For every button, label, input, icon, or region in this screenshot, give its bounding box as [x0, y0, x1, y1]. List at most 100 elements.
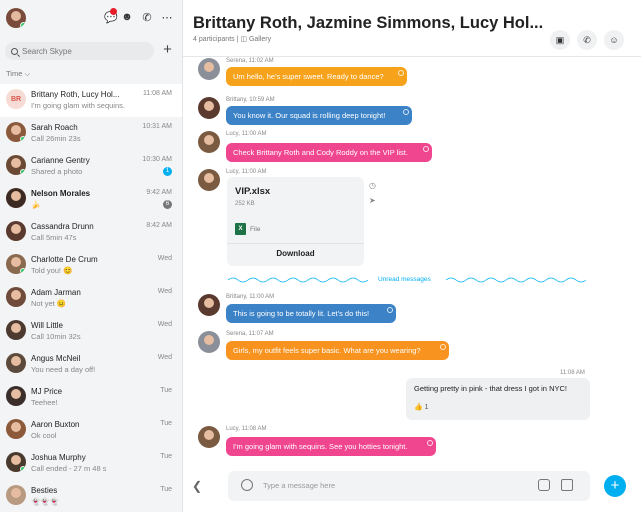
message-preview: 🍌	[31, 200, 41, 209]
conversation-item[interactable]: Angus McNeil You need a day off! Wed	[0, 348, 182, 381]
sender-avatar[interactable]	[198, 131, 220, 153]
contact-name: Nelson Morales	[31, 189, 91, 198]
presence-icon	[20, 22, 26, 28]
message-composer[interactable]: Type a message here	[228, 471, 590, 501]
gallery-link[interactable]: Gallery	[249, 36, 271, 43]
sender-avatar[interactable]	[198, 294, 220, 316]
add-people-button[interactable]: ☺	[604, 30, 624, 50]
video-call-button[interactable]: ▣	[550, 30, 570, 50]
attach-file-icon[interactable]	[561, 479, 573, 491]
read-receipt-icon	[440, 344, 446, 350]
incoming-message[interactable]: You know it. Our squad is rolling deep t…	[226, 106, 412, 125]
sticker-icon[interactable]	[538, 479, 550, 491]
file-card[interactable]: VIP.xlsx 252 KB X File Download	[227, 177, 364, 266]
outgoing-message[interactable]: Getting pretty in pink - that dress I go…	[406, 378, 590, 420]
sender-avatar[interactable]	[198, 97, 220, 119]
contact-name: Joshua Murphy	[31, 453, 86, 462]
timestamp: Wed	[157, 255, 172, 262]
conversation-item[interactable]: Besties 👻👻👻 Tue	[0, 480, 182, 512]
presence-icon	[20, 169, 26, 175]
new-chat-button[interactable]: +	[160, 42, 175, 58]
unread-count-badge: 1	[163, 167, 172, 176]
contact-name: Brittany Roth, Lucy Hol...	[31, 90, 120, 99]
conversation-item[interactable]: Cassandra Drunn Call 5min 47s 8:42 AM	[0, 216, 182, 249]
conversation-item[interactable]: Adam Jarman Not yet 😐 Wed	[0, 282, 182, 315]
skype-window: 💬 ☻ ✆ ⋯ Search Skype + Time ⌵ BR Brittany…	[0, 0, 641, 512]
message-preview: Told you! 😊	[31, 266, 73, 275]
presence-icon	[20, 466, 26, 472]
message-meta: Lucy, 11:00 AM	[226, 131, 267, 137]
conversation-list: BR Brittany Roth, Lucy Hol... I'm going gl…	[0, 84, 182, 512]
read-receipt-icon	[403, 109, 409, 115]
forward-icon[interactable]: ➤	[369, 196, 376, 205]
file-type-label: File	[250, 225, 261, 233]
conversation-item[interactable]: Will Little Call 10min 32s Wed	[0, 315, 182, 348]
avatar	[6, 122, 26, 142]
sender-avatar[interactable]	[198, 331, 220, 353]
emoji-icon[interactable]	[241, 479, 253, 491]
message-meta: Lucy, 11:00 AM	[226, 169, 267, 175]
message-preview: Call 10min 32s	[31, 332, 81, 341]
read-receipt-icon	[427, 440, 433, 446]
conversation-item[interactable]: Sarah Roach Call 26min 23s 10:31 AM	[0, 117, 182, 150]
search-input[interactable]: Search Skype	[5, 42, 154, 60]
message-input[interactable]: Type a message here	[263, 481, 335, 490]
audio-call-button[interactable]: ✆	[577, 30, 597, 50]
message-text: You know it. Our squad is rolling deep t…	[233, 111, 386, 120]
divider	[227, 243, 364, 244]
avatar	[6, 320, 26, 340]
avatar	[6, 188, 26, 208]
reaction[interactable]: 👍 1	[414, 403, 429, 411]
timestamp: Tue	[160, 387, 172, 394]
timestamp: Tue	[160, 420, 172, 427]
conversation-item[interactable]: Carianne Gentry Shared a photo 10:30 AM 1	[0, 150, 182, 183]
read-receipt-icon	[387, 307, 393, 313]
download-button[interactable]: Download	[227, 249, 364, 258]
conversation-item[interactable]: Joshua Murphy Call ended - 27 m 48 s Tue	[0, 447, 182, 480]
my-avatar[interactable]	[6, 8, 26, 28]
incoming-message[interactable]: I'm going glam with sequins. See you hot…	[226, 437, 436, 456]
avatar	[6, 485, 26, 505]
incoming-message[interactable]: Check Brittany Roth and Cody Roddy on th…	[226, 143, 432, 162]
contact-name: MJ Price	[31, 387, 63, 396]
incoming-message[interactable]: This is going to be totally lit. Let's d…	[226, 304, 396, 323]
excel-icon: X	[235, 223, 246, 235]
sender-avatar[interactable]	[198, 169, 220, 191]
calls-icon[interactable]: ✆	[140, 10, 154, 24]
presence-icon	[20, 268, 26, 274]
timestamp: Tue	[160, 486, 172, 493]
sender-avatar[interactable]	[198, 426, 220, 448]
message-meta: Serena, 11:02 AM	[226, 58, 274, 64]
contacts-icon[interactable]: ☻	[120, 10, 134, 24]
conversation-item[interactable]: Charlotte De Crum Told you! 😊 Wed	[0, 249, 182, 282]
avatar	[6, 452, 26, 472]
send-button[interactable]: +	[604, 475, 626, 497]
timestamp: Wed	[157, 354, 172, 361]
conversation-item[interactable]: Nelson Morales 🍌 9:42 AM 6	[0, 183, 182, 216]
message-meta: Serena, 11:07 AM	[226, 331, 274, 337]
incoming-message[interactable]: Um hello, he's super sweet. Ready to dan…	[226, 67, 407, 86]
presence-icon	[20, 136, 26, 142]
sender-avatar[interactable]	[198, 58, 220, 80]
header-divider	[183, 56, 641, 57]
incoming-message[interactable]: Girls, my outfit feels super basic. What…	[226, 341, 449, 360]
more-options-icon[interactable]: ⋯	[160, 10, 174, 24]
message-text: This is going to be totally lit. Let's d…	[233, 309, 370, 318]
clock-icon[interactable]: ◷	[369, 181, 376, 190]
message-meta: Brittany, 10:59 AM	[226, 97, 275, 103]
contact-name: Besties	[31, 486, 58, 495]
message-preview: Ok cool	[31, 431, 57, 440]
participants-link[interactable]: 4 participants	[193, 36, 235, 43]
conversation-item[interactable]: BR Brittany Roth, Lucy Hol... I'm going gl…	[0, 84, 182, 117]
conversation-item[interactable]: Aaron Buxton Ok cool Tue	[0, 414, 182, 447]
sort-dropdown[interactable]: Time ⌵	[6, 69, 30, 79]
timestamp: Wed	[157, 321, 172, 328]
back-button[interactable]: ❮	[192, 479, 202, 493]
add-person-icon: ☺	[609, 35, 619, 45]
contact-name: Sarah Roach	[31, 123, 78, 132]
message-preview: I'm going glam with sequins.	[31, 101, 125, 110]
timestamp: 10:31 AM	[142, 123, 172, 130]
conversation-item[interactable]: MJ Price Teehee! Tue	[0, 381, 182, 414]
wave-left-icon	[228, 277, 368, 283]
message-text: Getting pretty in pink - that dress I go…	[414, 384, 567, 393]
